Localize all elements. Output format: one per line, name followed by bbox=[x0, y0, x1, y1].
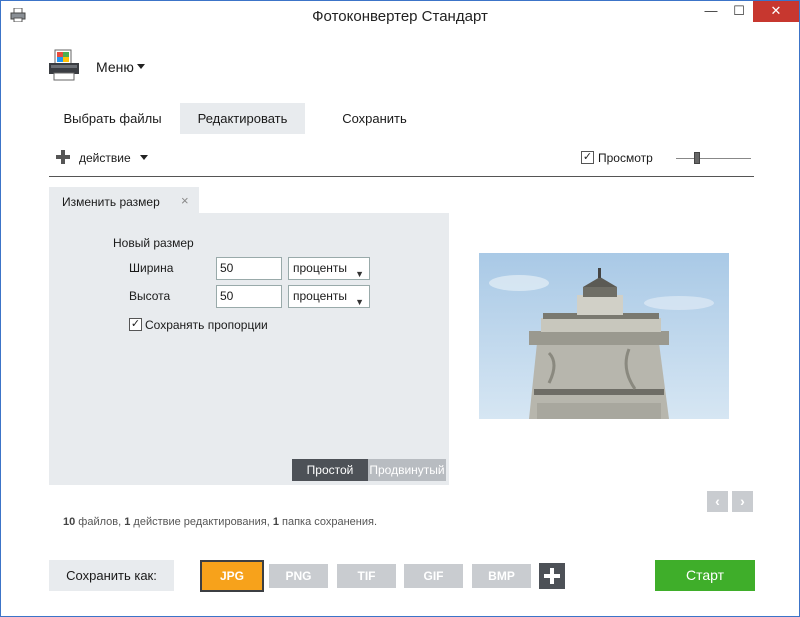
format-jpg-button[interactable]: JPG bbox=[200, 560, 264, 592]
zoom-slider-handle[interactable] bbox=[694, 152, 700, 164]
keep-ratio-label: Сохранять пропорции bbox=[145, 318, 268, 332]
add-action-button[interactable]: действие bbox=[79, 151, 131, 165]
preview-label: Просмотр bbox=[598, 151, 653, 165]
close-button[interactable]: ✕ bbox=[753, 1, 799, 22]
resize-action-tab[interactable]: Изменить размер × bbox=[49, 187, 199, 214]
title-bar: Фотоконвертер Стандарт — ☐ ✕ bbox=[1, 1, 799, 31]
save-as-label: Сохранить как: bbox=[49, 560, 174, 591]
status-summary: 10 файлов, 1 действие редактирования, 1 … bbox=[63, 516, 377, 528]
preview-image bbox=[479, 253, 729, 419]
resize-tab-label: Изменить размер bbox=[62, 195, 160, 209]
chevron-down-icon: ▼ bbox=[355, 297, 364, 307]
app-window: Фотоконвертер Стандарт — ☐ ✕ Меню Выбрат… bbox=[0, 0, 800, 617]
next-image-button[interactable]: › bbox=[732, 491, 753, 512]
start-button[interactable]: Старт bbox=[655, 560, 755, 591]
files-text: файлов, bbox=[75, 516, 125, 528]
add-action-icon[interactable] bbox=[56, 150, 70, 164]
tab-select-files[interactable]: Выбрать файлы bbox=[49, 103, 176, 134]
chevron-down-icon[interactable] bbox=[137, 64, 145, 69]
width-label: Ширина bbox=[129, 261, 174, 275]
chevron-down-icon: ▼ bbox=[355, 269, 364, 279]
folders-text: папка сохранения. bbox=[278, 516, 378, 528]
toolbar-divider bbox=[49, 176, 754, 177]
width-unit-select[interactable]: проценты ▼ bbox=[288, 257, 370, 280]
zoom-slider-track[interactable] bbox=[676, 158, 751, 159]
actions-text: действие редактирования, bbox=[130, 516, 273, 528]
minimize-button[interactable]: — bbox=[697, 1, 725, 22]
resize-panel: Новый размер Ширина 50 проценты ▼ Высота… bbox=[49, 213, 449, 485]
width-unit-value: проценты bbox=[293, 261, 348, 275]
menu-button[interactable]: Меню bbox=[96, 59, 134, 75]
close-icon[interactable]: × bbox=[181, 193, 189, 208]
height-unit-value: проценты bbox=[293, 289, 348, 303]
files-count: 10 bbox=[63, 516, 76, 528]
format-gif-button[interactable]: GIF bbox=[404, 564, 463, 588]
format-tif-button[interactable]: TIF bbox=[337, 564, 396, 588]
app-logo-icon[interactable] bbox=[48, 48, 80, 82]
window-title: Фотоконвертер Стандарт bbox=[312, 8, 488, 25]
height-label: Высота bbox=[129, 289, 171, 303]
mode-advanced-button[interactable]: Продвинутый bbox=[368, 459, 446, 481]
maximize-button[interactable]: ☐ bbox=[725, 1, 753, 22]
tab-save[interactable]: Сохранить bbox=[312, 103, 437, 134]
preview-checkbox[interactable]: ✓ bbox=[581, 151, 594, 164]
new-size-heading: Новый размер bbox=[113, 236, 194, 250]
previous-image-button[interactable]: ‹ bbox=[707, 491, 728, 512]
tab-edit[interactable]: Редактировать bbox=[180, 103, 305, 134]
format-png-button[interactable]: PNG bbox=[269, 564, 328, 588]
height-unit-select[interactable]: проценты ▼ bbox=[288, 285, 370, 308]
width-input[interactable]: 50 bbox=[216, 257, 282, 280]
chevron-down-icon[interactable] bbox=[140, 155, 148, 160]
format-bmp-button[interactable]: BMP bbox=[472, 564, 531, 588]
add-format-button[interactable] bbox=[539, 563, 565, 589]
keep-ratio-checkbox[interactable]: ✓ bbox=[129, 318, 142, 331]
mode-simple-button[interactable]: Простой bbox=[292, 459, 368, 481]
height-input[interactable]: 50 bbox=[216, 285, 282, 308]
